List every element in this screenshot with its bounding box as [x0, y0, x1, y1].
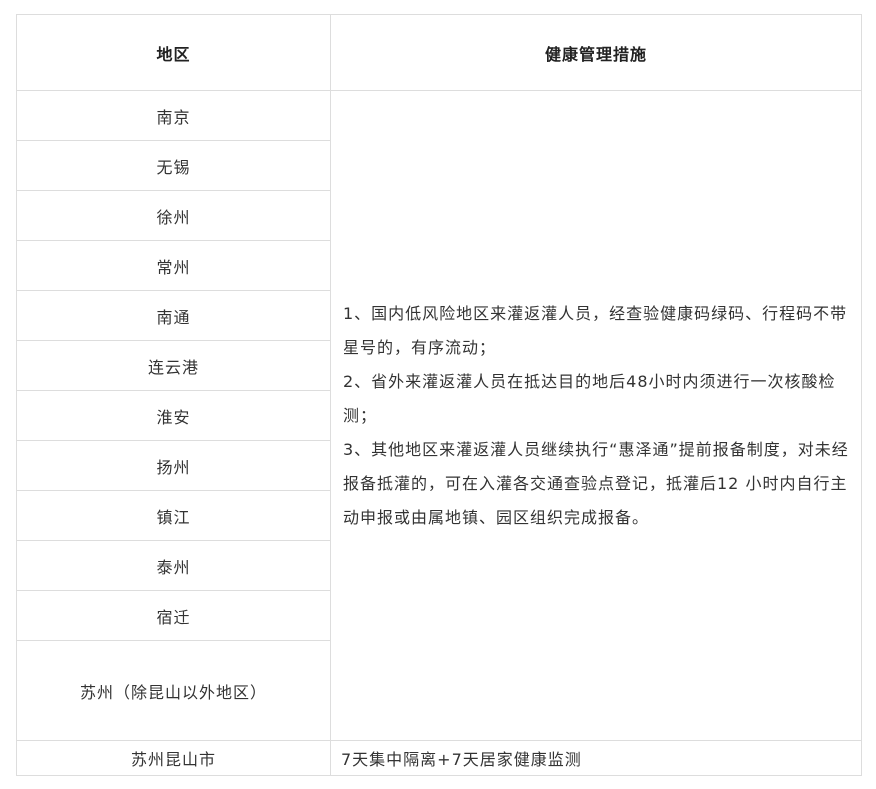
- region-cell: 宿迁: [16, 590, 331, 641]
- measure-single-cell: 7天集中隔离+7天居家健康监测: [330, 740, 862, 776]
- measures-text: 1、国内低风险地区来灌返灌人员，经查验健康码绿码、行程码不带星号的，有序流动； …: [343, 297, 851, 535]
- region-cell: 淮安: [16, 390, 331, 441]
- region-cell: 徐州: [16, 190, 331, 241]
- region-cell: 苏州（除昆山以外地区）: [16, 640, 331, 741]
- health-measures-table: 地区 健康管理措施 南京 1、国内低风险地区来灌返灌人员，经查验健康码绿码、行程…: [16, 14, 862, 776]
- region-cell: 连云港: [16, 340, 331, 391]
- table-row: 苏州昆山市 7天集中隔离+7天居家健康监测: [16, 740, 862, 776]
- measure-item: 3、其他地区来灌返灌人员继续执行“惠泽通”提前报备制度，对未经报备抵灌的，可在入…: [343, 439, 849, 527]
- header-row: 地区 健康管理措施: [16, 14, 862, 91]
- header-measures: 健康管理措施: [330, 14, 862, 91]
- table-row: 南京 1、国内低风险地区来灌返灌人员，经查验健康码绿码、行程码不带星号的，有序流…: [16, 90, 862, 741]
- region-cell: 南通: [16, 290, 331, 341]
- measure-item: 2、省外来灌返灌人员在抵达目的地后48小时内须进行一次核酸检测；: [343, 371, 836, 425]
- region-cell: 扬州: [16, 440, 331, 491]
- region-cell: 泰州: [16, 540, 331, 591]
- header-region: 地区: [16, 14, 331, 91]
- region-cell: 苏州昆山市: [16, 740, 331, 776]
- region-cell: 镇江: [16, 490, 331, 541]
- region-cell: 无锡: [16, 140, 331, 191]
- region-cell: 常州: [16, 240, 331, 291]
- region-cell: 南京: [16, 90, 331, 141]
- measures-cell: 1、国内低风险地区来灌返灌人员，经查验健康码绿码、行程码不带星号的，有序流动； …: [330, 90, 862, 741]
- measure-item: 1、国内低风险地区来灌返灌人员，经查验健康码绿码、行程码不带星号的，有序流动；: [343, 303, 848, 357]
